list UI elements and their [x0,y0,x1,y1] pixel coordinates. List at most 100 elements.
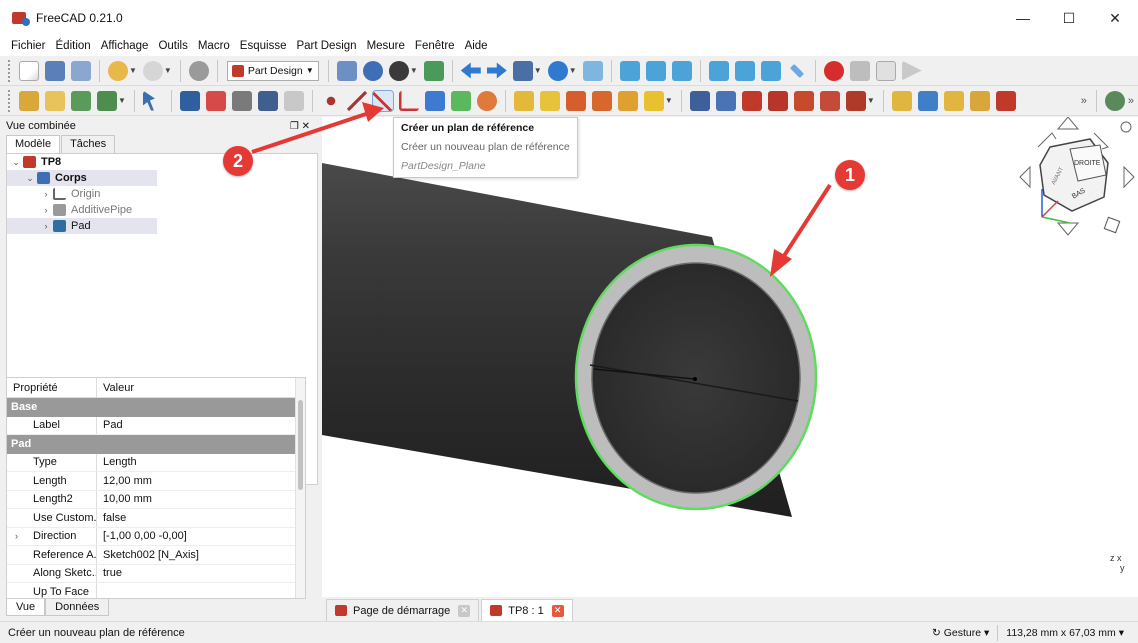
close-button[interactable]: ✕ [1092,0,1138,36]
property-group-base[interactable]: Base [7,398,305,417]
bounding-box-icon[interactable] [423,60,444,81]
pad-icon[interactable] [513,90,534,111]
property-scrollbar[interactable] [295,378,305,598]
expand-arrow-icon[interactable]: › [39,221,53,231]
menu-macro[interactable]: Macro [193,40,235,52]
close-tab-icon[interactable]: ✕ [458,604,471,617]
property-value[interactable]: true [97,567,122,579]
subtractive-helix-icon[interactable] [819,90,840,111]
property-row[interactable]: Up To Face [7,583,305,598]
linear-pattern-icon[interactable] [917,90,938,111]
forward-arrow-icon[interactable] [486,62,507,79]
navcube-rotate-left-icon[interactable] [1037,132,1057,148]
new-document-icon[interactable] [19,60,39,81]
shape-binder-icon[interactable] [71,90,91,111]
doc-tab-tp8[interactable]: TP8 : 1 ✕ [481,599,573,621]
property-row[interactable]: Along Sketc... true [7,564,305,583]
groove-icon[interactable] [741,90,762,111]
menu-outils[interactable]: Outils [153,40,192,52]
subtractive-pipe-icon[interactable] [793,90,814,111]
tree-item-corps[interactable]: ⌄ Corps [7,170,157,186]
bottom-view-icon[interactable] [734,60,755,81]
doc-tab-start-page[interactable]: Page de démarrage ✕ [326,599,480,621]
macro-execute-icon[interactable] [901,60,922,81]
mirrored-icon[interactable] [891,90,912,111]
column-header-property[interactable]: Propriété [7,378,97,397]
edit-sketch-icon[interactable] [205,90,226,111]
multi-transform-icon[interactable] [969,90,990,111]
additive-loft-icon[interactable] [565,90,586,111]
expand-arrow-icon[interactable]: › [39,189,53,199]
panel-float-close-icon[interactable]: ❐ ✕ [290,121,310,132]
datum-line-icon[interactable] [346,90,367,111]
toolbar-grip[interactable] [8,59,12,82]
shape-binder-blue-icon[interactable] [424,90,445,111]
undo-dropdown-icon[interactable]: ▼ [129,66,137,75]
tab-vue[interactable]: Vue [6,599,46,616]
draw-style-icon[interactable] [388,60,409,81]
rear-view-icon[interactable] [708,60,729,81]
expand-arrow-icon[interactable]: › [15,531,18,541]
std-views-icon[interactable] [512,60,533,81]
sub-shape-binder-green-icon[interactable] [450,90,471,111]
refresh-icon[interactable] [188,60,209,81]
hole-icon[interactable] [715,90,736,111]
menu-edition[interactable]: Édition [51,40,96,52]
pocket-icon[interactable] [689,90,710,111]
tree-item-pad[interactable]: › Pad [7,218,157,234]
expand-arrow-icon[interactable]: › [39,205,53,215]
fit-all-icon[interactable] [336,60,357,81]
draw-style-dropdown-icon[interactable]: ▼ [410,66,418,75]
fillet-icon[interactable] [995,90,1016,111]
datum-plane-icon[interactable] [371,89,394,112]
menu-part-design[interactable]: Part Design [291,40,361,52]
local-coordinate-system-icon[interactable] [398,90,419,111]
binder-dropdown-icon[interactable]: ▼ [118,96,126,105]
toolbar-overflow-2-icon[interactable]: » [1128,95,1134,107]
undo-icon[interactable] [108,60,128,81]
close-tab-icon[interactable]: ✕ [551,604,564,617]
subtractive-primitive-dropdown-icon[interactable]: ▼ [867,96,875,105]
navcube-view-menu-icon[interactable] [1103,216,1121,234]
right-view-icon[interactable] [671,60,692,81]
property-row[interactable]: Reference A... Sketch002 [N_Axis] [7,546,305,565]
save-icon[interactable] [71,60,91,81]
additive-helix-icon[interactable] [617,90,638,111]
property-row[interactable]: Label Pad [7,416,305,435]
clone-icon[interactable] [476,90,497,111]
map-sketch-icon[interactable] [231,90,252,111]
menu-mesure[interactable]: Mesure [362,40,410,52]
datum-point-icon[interactable] [320,90,341,111]
fit-selection-icon[interactable] [362,60,383,81]
property-row[interactable]: Length2 10,00 mm [7,490,305,509]
create-body-icon[interactable] [19,90,39,111]
menu-fichier[interactable]: Fichier [6,40,51,52]
navcube-left-arrow-icon[interactable] [1019,165,1031,189]
menu-aide[interactable]: Aide [460,40,493,52]
tree-item-origin[interactable]: › Origin [7,186,317,202]
tree-item-additivepipe[interactable]: › AdditivePipe [7,202,317,218]
toolbar-grip[interactable] [8,89,12,112]
whats-this-icon[interactable] [142,90,155,111]
maximize-button[interactable]: ☐ [1046,0,1092,36]
left-view-icon[interactable] [760,60,781,81]
menu-fenetre[interactable]: Fenêtre [410,40,460,52]
navigation-cube[interactable]: DROITE BAS AVANT [1012,116,1138,247]
toolbar-overflow-icon[interactable]: » [1081,95,1087,107]
top-view-icon[interactable] [645,60,666,81]
macro-edit-icon[interactable] [875,60,896,81]
property-row[interactable]: Use Custom... false [7,509,305,528]
additive-pipe-icon[interactable] [591,90,612,111]
merge-sketches-icon[interactable] [283,90,304,111]
subtractive-primitive-icon[interactable] [845,90,866,111]
front-view-icon[interactable] [619,60,640,81]
sketch-point[interactable] [693,377,697,381]
navcube-up-arrow-icon[interactable] [1056,116,1080,130]
redo-dropdown-icon[interactable]: ▼ [164,66,172,75]
macro-record-icon[interactable] [823,60,844,81]
navcube-menu-icon[interactable] [1120,121,1132,133]
dimension-readout[interactable]: 113,28 mm x 67,03 mm ▾ [1006,627,1124,639]
property-value[interactable]: 10,00 mm [97,493,152,505]
navigation-style-selector[interactable]: ↻ Gesture ▾ [932,627,989,639]
minimize-button[interactable]: — [1000,0,1046,36]
